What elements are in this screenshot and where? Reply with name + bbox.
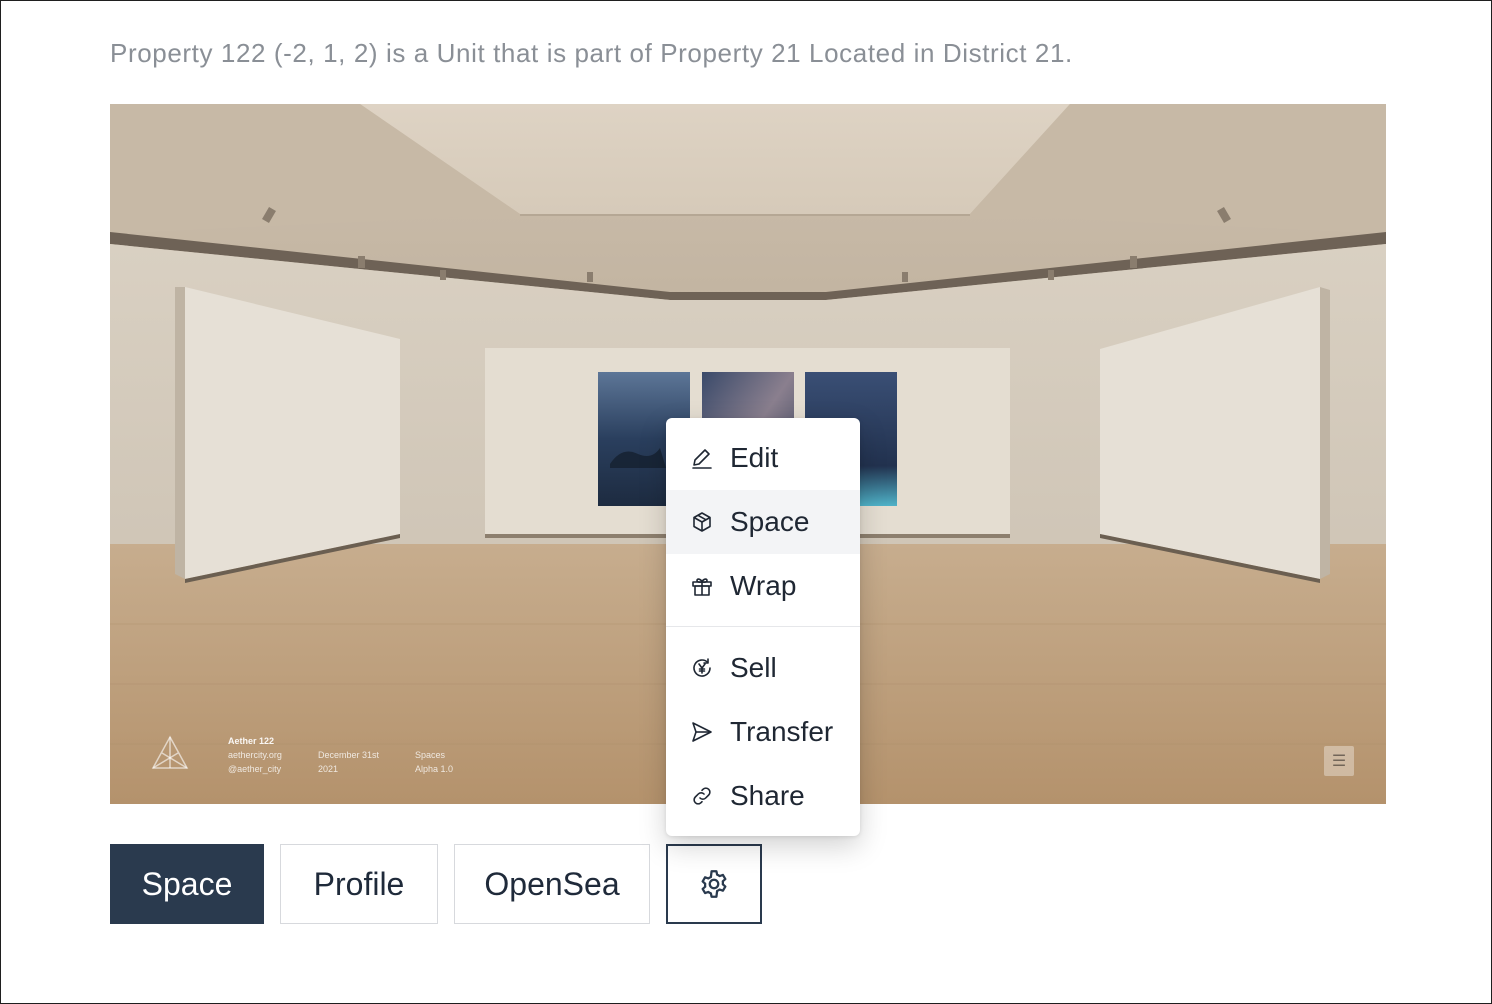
profile-button[interactable]: Profile [280, 844, 438, 924]
gift-icon [692, 578, 712, 596]
menu-divider [666, 626, 860, 627]
menu-item-sell-label: Sell [730, 652, 777, 683]
cube-icon [693, 512, 711, 532]
menu-item-transfer[interactable]: Transfer [666, 700, 860, 764]
menu-item-edit[interactable]: Edit [666, 426, 860, 490]
menu-item-wrap-label: Wrap [730, 570, 797, 601]
space-button[interactable]: Space [110, 844, 264, 924]
hud-project-name: Aether 122 [228, 736, 275, 746]
menu-item-share-label: Share [730, 780, 805, 811]
opensea-button[interactable]: OpenSea [454, 844, 650, 924]
hud-project-handle: @aether_city [228, 764, 282, 774]
send-icon [692, 722, 712, 742]
property-description: Property 122 (-2, 1, 2) is a Unit that i… [110, 38, 1073, 68]
hud-date-year: 2021 [318, 764, 339, 774]
hud-date: December 31st 2021 [318, 748, 379, 776]
menu-item-wrap[interactable]: Wrap [666, 554, 860, 618]
settings-dropdown-menu: Edit Space Wrap Sell Transfer Share [666, 418, 860, 836]
link-icon [693, 787, 711, 805]
hud-project-info: Aether 122 aethercity.org @aether_city [228, 734, 282, 776]
menu-item-transfer-label: Transfer [730, 716, 834, 747]
hud-project-site: aethercity.org [228, 750, 282, 760]
currency-yen-icon [693, 658, 711, 677]
hud-version: Spaces Alpha 1.0 [415, 748, 453, 776]
menu-item-sell[interactable]: Sell [666, 636, 860, 700]
menu-item-share[interactable]: Share [666, 764, 860, 828]
settings-button[interactable] [666, 844, 762, 924]
menu-item-edit-label: Edit [730, 442, 779, 473]
pencil-icon [692, 449, 712, 469]
menu-item-space[interactable]: Space [666, 490, 860, 554]
hud-version-product: Spaces [415, 750, 446, 760]
aether-logo-icon [151, 735, 189, 769]
hud-date-day: December 31st [318, 750, 380, 760]
hud-menu-button[interactable]: ☰ [1324, 746, 1354, 776]
menu-item-space-label: Space [730, 506, 810, 537]
gear-icon [701, 870, 727, 898]
hud-version-number: Alpha 1.0 [415, 764, 454, 774]
